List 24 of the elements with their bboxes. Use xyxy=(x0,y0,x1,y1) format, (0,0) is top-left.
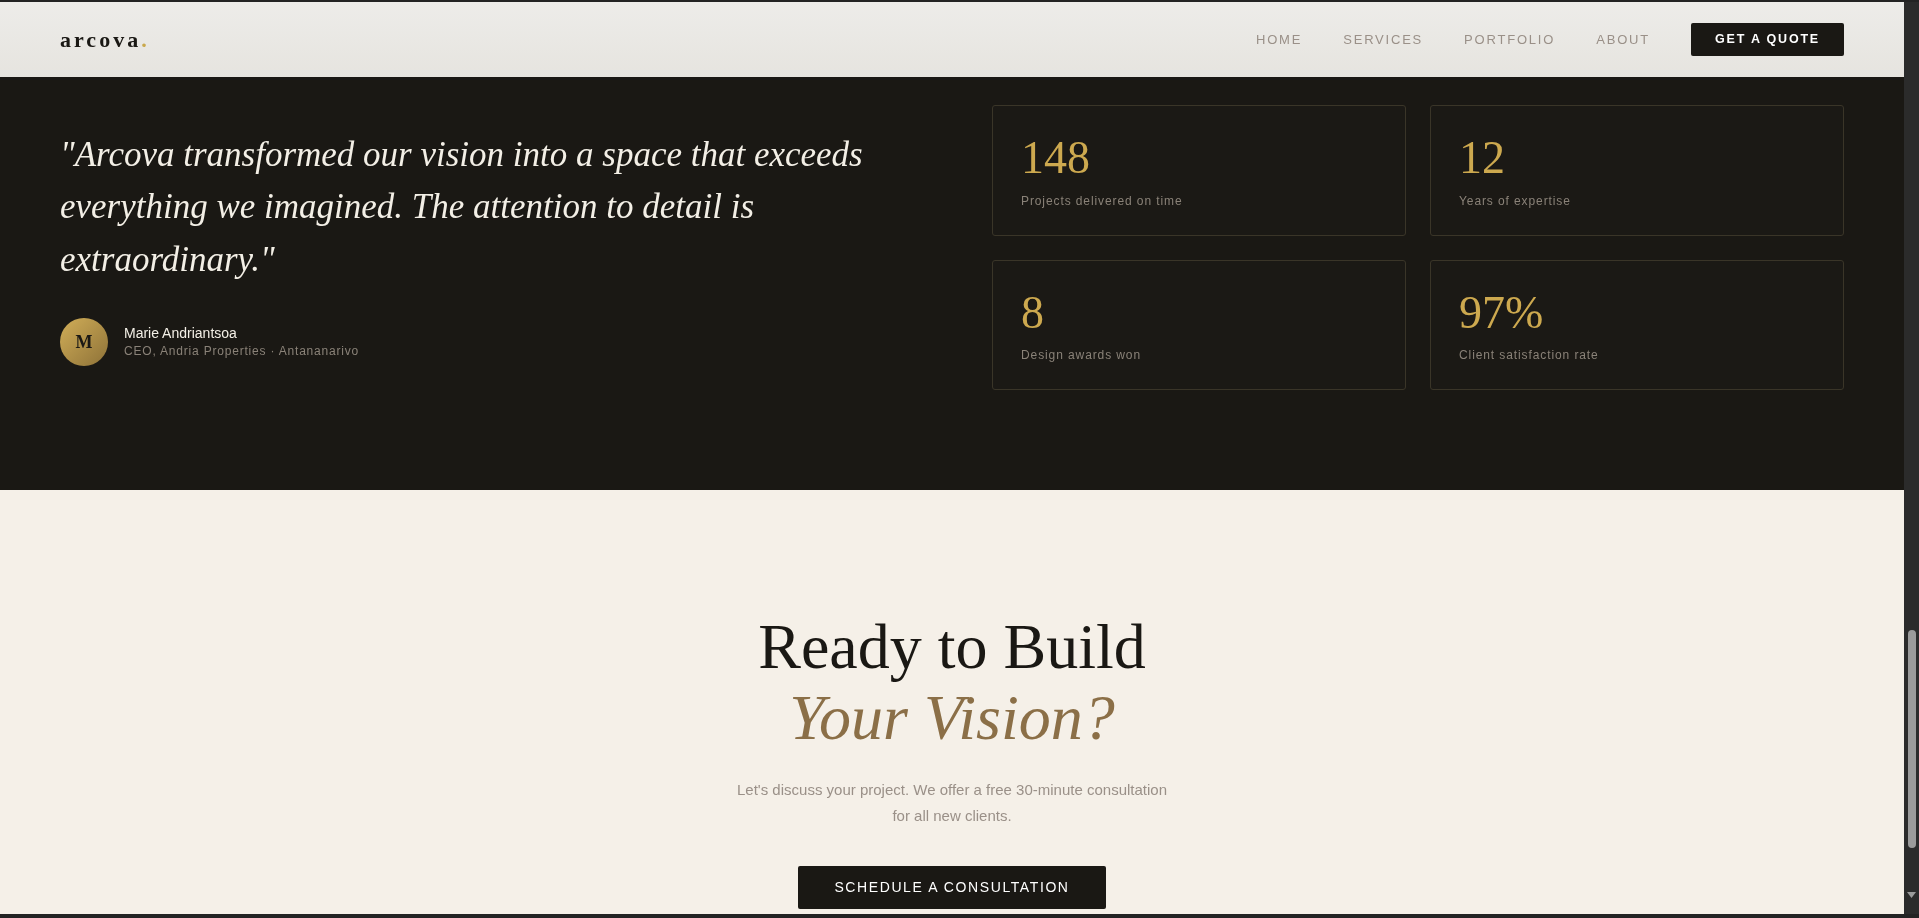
scrollbar[interactable] xyxy=(1904,2,1919,914)
logo[interactable]: arcova. xyxy=(60,28,150,51)
stat-value: 148 xyxy=(1021,133,1091,184)
nav-link[interactable]: PORTFOLIO xyxy=(1464,29,1556,50)
nav-link[interactable]: SERVICES xyxy=(1343,29,1424,50)
stat-value: 12 xyxy=(1459,133,1506,184)
get-quote-button[interactable]: GET A QUOTE xyxy=(1691,23,1844,56)
avatar: M xyxy=(60,318,108,367)
scrollbar-thumb[interactable] xyxy=(1907,630,1916,848)
stat-label: Client satisfaction rate xyxy=(1459,347,1600,365)
testimonial-quote: "Arcova transformed our vision into a space that exceeds everything we imagined. The attention to detail is extraordinary." xyxy=(60,133,864,281)
nav-link[interactable]: HOME xyxy=(1256,29,1303,50)
stat-value: 97% xyxy=(1459,287,1545,339)
stat-label: Projects delivered on time xyxy=(1021,192,1184,210)
author-role: CEO, Andria Properties · Antananarivo xyxy=(124,343,360,361)
author-name: Marie Andriantsoa xyxy=(124,324,238,343)
cta-heading: Ready to Build Your Vision? xyxy=(758,612,1146,753)
stat-label: Design awards won xyxy=(1021,347,1143,365)
nav-link[interactable]: ABOUT xyxy=(1596,29,1650,50)
cta-description: Let's discuss your project. We offer a free 30-minute consultation for all new clients. xyxy=(736,779,1168,826)
arrow-down-icon[interactable] xyxy=(1907,892,1916,898)
stat-label: Years of expertise xyxy=(1459,192,1572,210)
schedule-consultation-button[interactable]: SCHEDULE A CONSULTATION xyxy=(798,865,1106,909)
stat-value: 8 xyxy=(1021,287,1045,339)
